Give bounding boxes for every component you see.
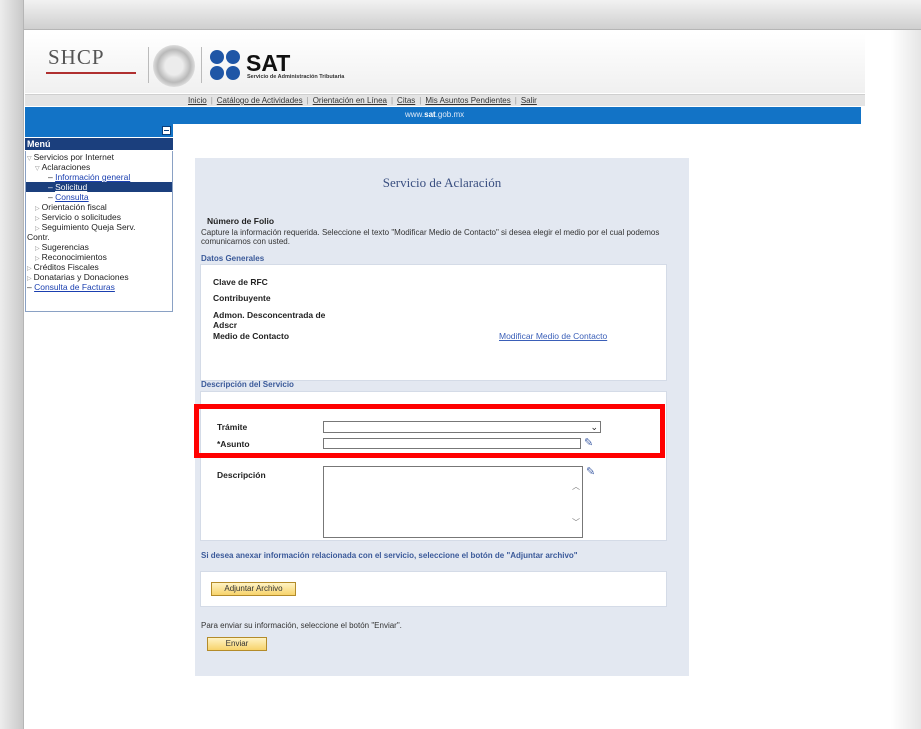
adjuntar-archivo-button[interactable]: Adjuntar Archivo: [211, 582, 296, 596]
top-nav-links: Inicio | Catálogo de Actividades | Orientaci…: [188, 96, 537, 105]
sat-dots-icon: [210, 50, 242, 82]
medio-contacto-label: Medio de Contacto: [213, 331, 290, 341]
nav-link-catalogo[interactable]: Catálogo de Actividades: [217, 96, 303, 105]
datos-generales-box: Clave de RFC Contribuyente Admon. Descon…: [200, 264, 667, 381]
url-prefix: www.: [405, 110, 425, 119]
sidebar-item-info-general[interactable]: – Información general: [48, 172, 130, 182]
shcp-logo-text: SHCP: [48, 45, 105, 69]
sidebar-link[interactable]: Información general: [55, 172, 130, 182]
nav-link-asuntos[interactable]: Mis Asuntos Pendientes: [425, 96, 510, 105]
sidebar-item-label: Servicio o solicitudes: [41, 212, 121, 222]
page-title: Servicio de Aclaración: [382, 175, 502, 190]
admon-label-cont: Adscr: [213, 320, 238, 330]
rfc-label: Clave de RFC: [213, 277, 268, 287]
adjuntar-instructions: Si desea anexar información relacionada …: [201, 551, 578, 560]
shcp-logo-underline: [46, 72, 136, 74]
sidebar-item-solicitud[interactable]: – Solicitud: [26, 182, 172, 192]
expanded-triangle-icon: ▽: [27, 156, 32, 162]
sidebar-item-label: Seguimiento Queja Serv.: [41, 222, 136, 232]
logo-divider: [148, 47, 149, 83]
nav-link-inicio[interactable]: Inicio: [188, 96, 207, 105]
sidebar-item-label: Reconocimientos: [41, 252, 107, 262]
sidebar-item-label: Créditos Fiscales: [33, 262, 99, 272]
enviar-button[interactable]: Enviar: [207, 637, 267, 651]
sidebar-link[interactable]: Consulta de Facturas: [34, 282, 115, 292]
descripcion-label: Descripción: [217, 470, 266, 480]
sidebar-item-label: Orientación fiscal: [41, 202, 107, 212]
screenshot-frame: SHCP SAT Servicio de Administración Trib…: [0, 0, 921, 729]
sidebar-menu: Menú ▽ Servicios por Internet ▽ Aclaracion…: [25, 124, 173, 312]
site-url-bar: www.sat.gob.mx: [25, 107, 861, 124]
sidebar-title: Menú: [25, 138, 173, 150]
nav-link-salir[interactable]: Salir: [521, 96, 537, 105]
scroll-up-icon[interactable]: ︿: [572, 481, 580, 492]
top-navigation: Inicio | Catálogo de Actividades | Orientaci…: [25, 94, 865, 106]
sidebar-item-label: Sugerencias: [41, 242, 89, 252]
spellcheck-icon[interactable]: ✎: [586, 466, 598, 478]
descripcion-textarea[interactable]: ︿ ﹀: [323, 466, 583, 538]
frame-right-shadow: [891, 30, 921, 729]
scroll-down-icon[interactable]: ﹀: [572, 517, 580, 528]
contribuyente-label: Contribuyente: [213, 293, 271, 303]
sat-logo-subtitle: Servicio de Administración Tributaria: [247, 74, 345, 80]
sidebar-link[interactable]: Consulta: [55, 192, 89, 202]
site-url-text: www.sat.gob.mx: [405, 110, 464, 119]
sidebar-item-label: Aclaraciones: [41, 162, 91, 172]
url-suffix: .gob.mx: [435, 110, 465, 119]
sidebar-link[interactable]: Solicitud: [55, 182, 87, 192]
shcp-logo-subtext: [46, 76, 136, 82]
site-header: SHCP SAT Servicio de Administración Trib…: [25, 33, 865, 93]
url-bold: sat: [424, 110, 436, 119]
modificar-medio-contacto-link[interactable]: Modificar Medio de Contacto: [499, 331, 607, 341]
frame-top-border: [0, 0, 921, 30]
sidebar-item-label: Donatarias y Donaciones: [33, 272, 129, 282]
sidebar-item-label: Servicios por Internet: [33, 152, 114, 162]
enviar-instructions: Para enviar su información, seleccione e…: [201, 621, 402, 630]
sidebar-header-bar: [25, 124, 173, 137]
expanded-triangle-icon: ▽: [35, 166, 40, 172]
mexico-seal-icon: [153, 45, 195, 87]
logo-divider: [201, 47, 202, 83]
section-heading-datos-generales: Datos Generales: [201, 254, 265, 263]
form-instructions: Capture la información requerida. Selecc…: [201, 228, 660, 246]
sidebar-item-consulta[interactable]: – Consulta: [48, 192, 89, 202]
sidebar-item-seguimiento-cont: Contr.: [27, 232, 50, 242]
shcp-logo[interactable]: SHCP: [42, 45, 142, 85]
nav-link-orientacion[interactable]: Orientación en Línea: [313, 96, 387, 105]
sidebar-list: ▽ Servicios por Internet ▽ Aclaraciones – …: [25, 151, 173, 312]
nav-link-citas[interactable]: Citas: [397, 96, 415, 105]
sidebar-item-seguimiento[interactable]: ▷ Seguimiento Queja Serv.: [35, 222, 136, 234]
collapse-menu-icon[interactable]: [162, 126, 171, 135]
sat-logo[interactable]: SAT Servicio de Administración Tributari…: [210, 50, 410, 86]
frame-left-border: [0, 0, 24, 729]
admon-label: Admon. Desconcentrada de: [213, 310, 326, 320]
sidebar-item-facturas[interactable]: – Consulta de Facturas: [27, 282, 115, 292]
adjuntar-box: Adjuntar Archivo: [200, 571, 667, 607]
section-heading-descripcion-servicio: Descripción del Servicio: [201, 380, 294, 389]
sat-logo-text: SAT: [246, 50, 291, 76]
red-highlight-box: [194, 404, 665, 458]
folio-label: Número de Folio: [207, 216, 275, 226]
